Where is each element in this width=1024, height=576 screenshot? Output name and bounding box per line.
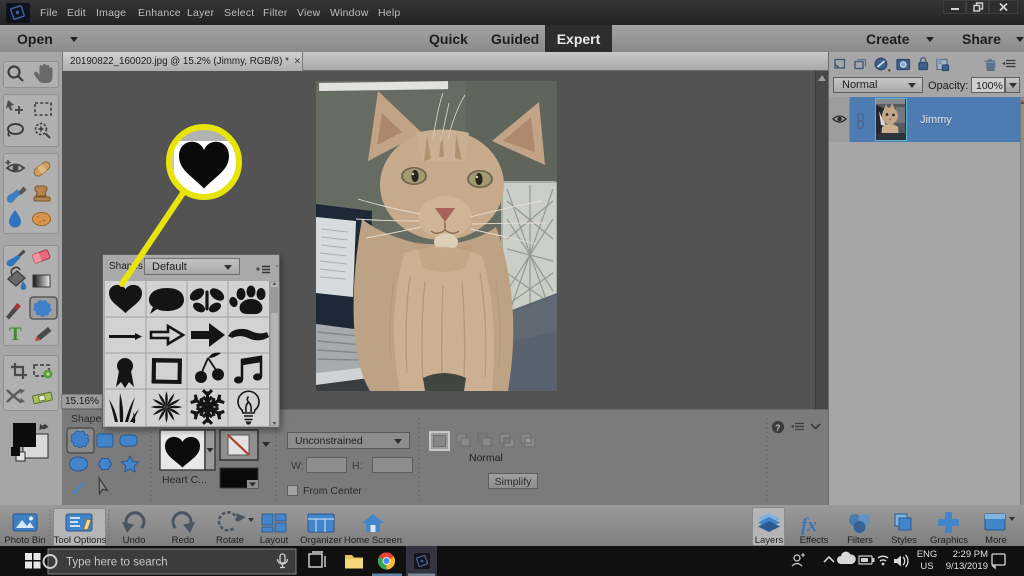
svg-text:?: ?: [775, 423, 781, 433]
svg-text:T: T: [9, 324, 22, 345]
svg-text:Type here to search: Type here to search: [66, 557, 168, 569]
svg-text:fx: fx: [801, 515, 817, 536]
